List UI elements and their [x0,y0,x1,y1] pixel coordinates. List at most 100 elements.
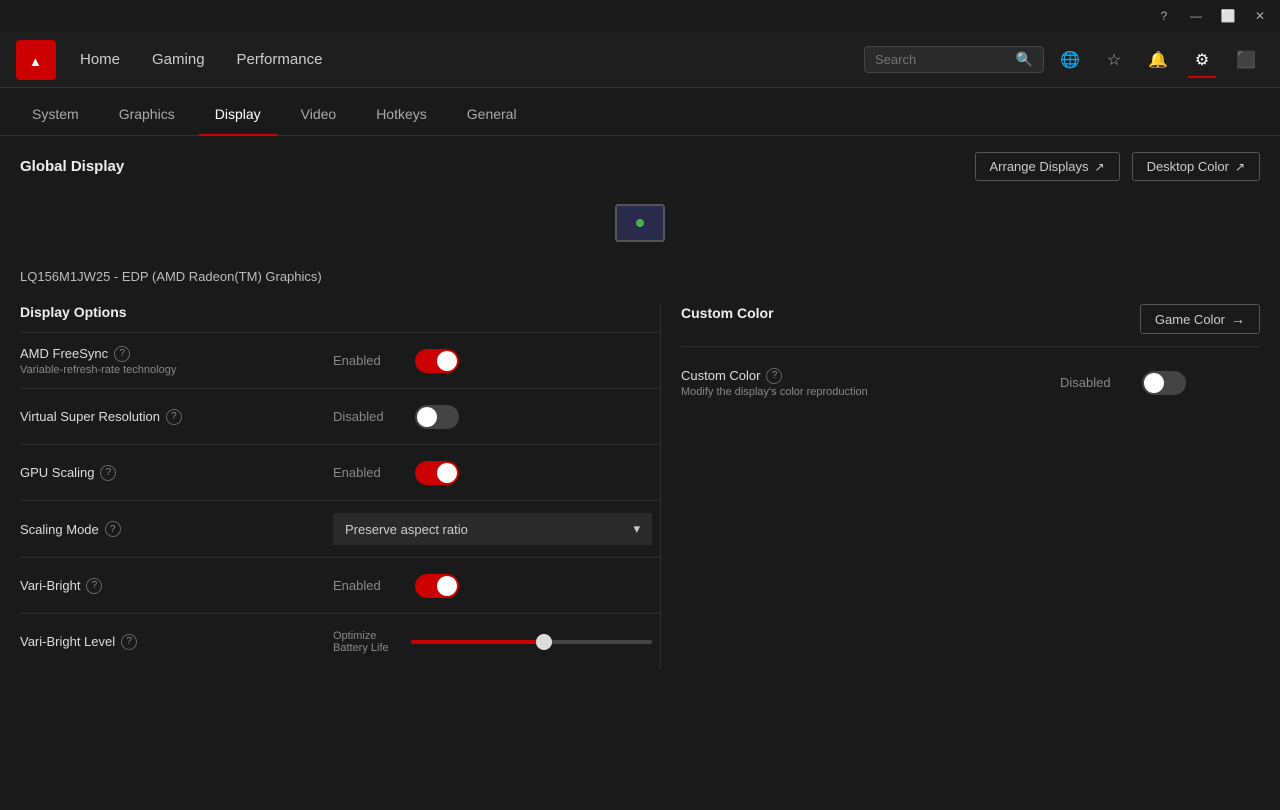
chevron-down-icon: ▾ [633,521,640,537]
scaling-mode-value: Preserve aspect ratio [345,522,468,537]
tab-general[interactable]: General [451,94,533,136]
svg-text:▲: ▲ [29,54,42,69]
search-icon: 🔍 [1016,51,1033,68]
arrange-displays-icon: ↗ [1095,160,1105,174]
two-col-layout: Display Options AMD FreeSync ? Variable-… [20,304,1260,669]
minimize-button[interactable]: — [1184,4,1208,28]
freesync-label-col: AMD FreeSync ? Variable-refresh-rate tec… [20,334,325,388]
vsr-toggle[interactable] [415,405,459,429]
tab-system[interactable]: System [16,94,95,136]
nav-performance[interactable]: Performance [237,47,323,72]
maximize-button[interactable]: ⬜ [1216,4,1240,28]
monitor-dot [636,219,644,227]
gpu-scaling-label: GPU Scaling ? [20,465,317,481]
tab-hotkeys[interactable]: Hotkeys [360,94,443,136]
custom-color-row: Custom Color ? Modify the display's colo… [681,346,1260,418]
settings-icon-btn[interactable]: ⚙ [1184,42,1220,78]
vari-bright-level-help-icon[interactable]: ? [121,634,137,650]
global-display-title: Global Display [20,158,124,175]
slider-container[interactable] [411,640,652,644]
tab-display[interactable]: Display [199,94,277,136]
freesync-status: Enabled [333,353,403,368]
scaling-mode-control: Preserve aspect ratio ▾ [325,501,660,557]
search-input[interactable] [875,52,1008,67]
tab-graphics[interactable]: Graphics [103,94,191,136]
vari-bright-help-icon[interactable]: ? [86,578,102,594]
global-display-header: Global Display Arrange Displays ↗ Deskto… [20,152,1260,181]
custom-color-toggle[interactable] [1142,371,1186,395]
left-col: Display Options AMD FreeSync ? Variable-… [20,304,660,669]
freesync-toggle[interactable] [415,349,459,373]
arrange-displays-button[interactable]: Arrange Displays ↗ [975,152,1120,181]
slider-label-group: Optimize Battery Life [333,630,403,654]
vsr-control: Disabled [325,393,660,441]
custom-color-toggle-knob [1144,373,1164,393]
vari-bright-level-label-col: Vari-Bright Level ? [20,622,325,662]
main-content: Global Display Arrange Displays ↗ Deskto… [0,136,1280,810]
vsr-status: Disabled [333,409,403,424]
setting-row-scaling-mode: Scaling Mode ? Preserve aspect ratio ▾ [20,500,660,557]
game-color-label: Game Color [1155,312,1225,327]
nav-bar: ▲ Home Gaming Performance 🔍 🌐 ☆ 🔔 ⚙ ⬛ [0,32,1280,88]
scaling-mode-help-icon[interactable]: ? [105,521,121,537]
tab-video[interactable]: Video [285,94,353,136]
monitor-icon [615,204,665,242]
close-button[interactable]: ✕ [1248,4,1272,28]
setting-row-gpu-scaling: GPU Scaling ? Enabled [20,444,660,500]
right-col: Custom Color Game Color → Custom Color ?… [660,304,1260,669]
setting-row-vsr: Virtual Super Resolution ? Disabled [20,388,660,444]
title-bar: ? — ⬜ ✕ [0,0,1280,32]
monitor-area [20,193,1260,253]
help-button[interactable]: ? [1152,4,1176,28]
arrange-displays-label: Arrange Displays [990,159,1089,174]
global-display-actions: Arrange Displays ↗ Desktop Color ↗ [975,152,1261,181]
desktop-color-button[interactable]: Desktop Color ↗ [1132,152,1260,181]
slider-label1: Optimize [333,630,403,642]
display-device-label: LQ156M1JW25 - EDP (AMD Radeon(TM) Graphi… [20,261,1260,284]
search-box[interactable]: 🔍 [864,46,1044,73]
nav-home[interactable]: Home [80,47,120,72]
gpu-scaling-status: Enabled [333,465,403,480]
nav-gaming[interactable]: Gaming [152,47,205,72]
star-icon-btn[interactable]: ☆ [1096,42,1132,78]
slider-thumb[interactable] [536,634,552,650]
bell-icon-btn[interactable]: 🔔 [1140,42,1176,78]
custom-color-sublabel: Modify the display's color reproduction [681,386,1060,398]
setting-row-vari-bright-level: Vari-Bright Level ? Optimize Battery Lif… [20,613,660,669]
custom-color-title: Custom Color [681,305,774,321]
vari-bright-status: Enabled [333,578,403,593]
logo[interactable]: ▲ [16,40,56,80]
gpu-scaling-toggle[interactable] [415,461,459,485]
vsr-help-icon[interactable]: ? [166,409,182,425]
vsr-label-col: Virtual Super Resolution ? [20,397,325,437]
custom-color-label: Custom Color ? [681,368,1060,384]
nav-right: 🔍 🌐 ☆ 🔔 ⚙ ⬛ [864,42,1264,78]
slider-fill [411,640,544,644]
game-color-button[interactable]: Game Color → [1140,304,1260,334]
vari-bright-control: Enabled [325,562,660,610]
nav-links: Home Gaming Performance [80,47,864,72]
setting-row-amd-freesync: AMD FreeSync ? Variable-refresh-rate tec… [20,332,660,388]
scaling-mode-dropdown[interactable]: Preserve aspect ratio ▾ [333,513,652,545]
setting-row-vari-bright: Vari-Bright ? Enabled [20,557,660,613]
scaling-mode-label: Scaling Mode ? [20,521,317,537]
desktop-color-icon: ↗ [1235,160,1245,174]
export-icon-btn[interactable]: ⬛ [1228,42,1264,78]
vari-bright-level-label: Vari-Bright Level ? [20,634,317,650]
custom-color-help-icon[interactable]: ? [766,368,782,384]
vsr-toggle-knob [417,407,437,427]
freesync-help-icon[interactable]: ? [114,346,130,362]
vsr-label: Virtual Super Resolution ? [20,409,317,425]
freesync-sublabel: Variable-refresh-rate technology [20,364,317,376]
vari-bright-toggle[interactable] [415,574,459,598]
custom-color-status: Disabled [1060,375,1130,390]
gpu-scaling-control: Enabled [325,449,660,497]
freesync-toggle-knob [437,351,457,371]
display-options-title: Display Options [20,304,660,320]
gpu-scaling-toggle-knob [437,463,457,483]
globe-icon-btn[interactable]: 🌐 [1052,42,1088,78]
desktop-color-label: Desktop Color [1147,159,1229,174]
freesync-label: AMD FreeSync ? [20,346,317,362]
freesync-control: Enabled [325,337,660,385]
gpu-scaling-help-icon[interactable]: ? [100,465,116,481]
